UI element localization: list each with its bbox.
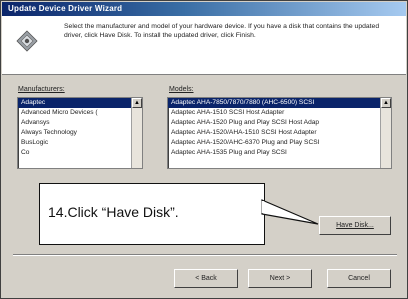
window-title: Update Device Driver Wizard [8,4,123,13]
list-item[interactable]: Adaptec AHA-1535 Plug and Play SCSI [168,148,391,158]
list-item[interactable]: Adaptec [18,98,142,108]
wizard-instruction: Select the manufacturer and model of you… [64,23,380,39]
have-disk-label: Have Disk... [336,222,374,229]
title-bar[interactable]: Update Device Driver Wizard [2,2,406,16]
list-item[interactable]: Advansys [18,118,142,128]
list-item[interactable]: Adaptec AHA-7850/7870/7880 (AHC-6500) SC… [168,98,391,108]
manufacturers-list: Adaptec Advanced Micro Devices (Advansys A… [18,98,142,158]
update-driver-dialog: Update Device Driver Wizard Select the m… [0,0,408,299]
list-item[interactable]: Adaptec AHA-1510 SCSI Host Adapter [168,108,391,118]
callout-text: 14.Click “Have Disk”. [48,204,179,220]
have-disk-button[interactable]: Have Disk... [319,216,391,235]
list-item[interactable]: Adaptec AHA-1520/AHC-6370 Plug and Play … [168,138,391,148]
scroll-up-icon[interactable]: ▲ [132,98,142,108]
list-item[interactable]: Always Technology [18,128,142,138]
manufacturers-scrollbar[interactable]: ▲ [131,98,142,168]
list-item[interactable]: Adaptec AHA-1520/AHA-1510 SCSI Host Adap… [168,128,391,138]
instruction-callout: 14.Click “Have Disk”. [39,183,265,245]
list-item[interactable]: Adaptec AHA-1520 Plug and Play SCSI Host… [168,118,391,128]
manufacturers-label: Manufacturers: [18,86,65,93]
models-scrollbar[interactable]: ▲ [380,98,391,168]
cancel-button[interactable]: Cancel [327,269,391,288]
list-item[interactable]: Co [18,148,142,158]
scroll-up-icon[interactable]: ▲ [381,98,391,108]
back-button[interactable]: < Back [174,269,238,288]
list-item[interactable]: BusLogic [18,138,142,148]
models-listbox[interactable]: Adaptec AHA-7850/7870/7880 (AHC-6500) SC… [167,97,392,169]
next-label: Next > [269,275,291,282]
manufacturers-listbox[interactable]: Adaptec Advanced Micro Devices (Advansys A… [17,97,143,169]
button-separator [13,254,397,256]
back-label: < Back [195,275,217,282]
hardware-diamond-icon [16,30,38,52]
wizard-header: Select the manufacturer and model of you… [2,16,406,75]
cancel-label: Cancel [348,275,370,282]
list-item[interactable]: Advanced Micro Devices ( [18,108,142,118]
models-label: Models: [169,86,194,93]
next-button[interactable]: Next > [248,269,312,288]
models-list: Adaptec AHA-7850/7870/7880 (AHC-6500) SC… [168,98,391,158]
